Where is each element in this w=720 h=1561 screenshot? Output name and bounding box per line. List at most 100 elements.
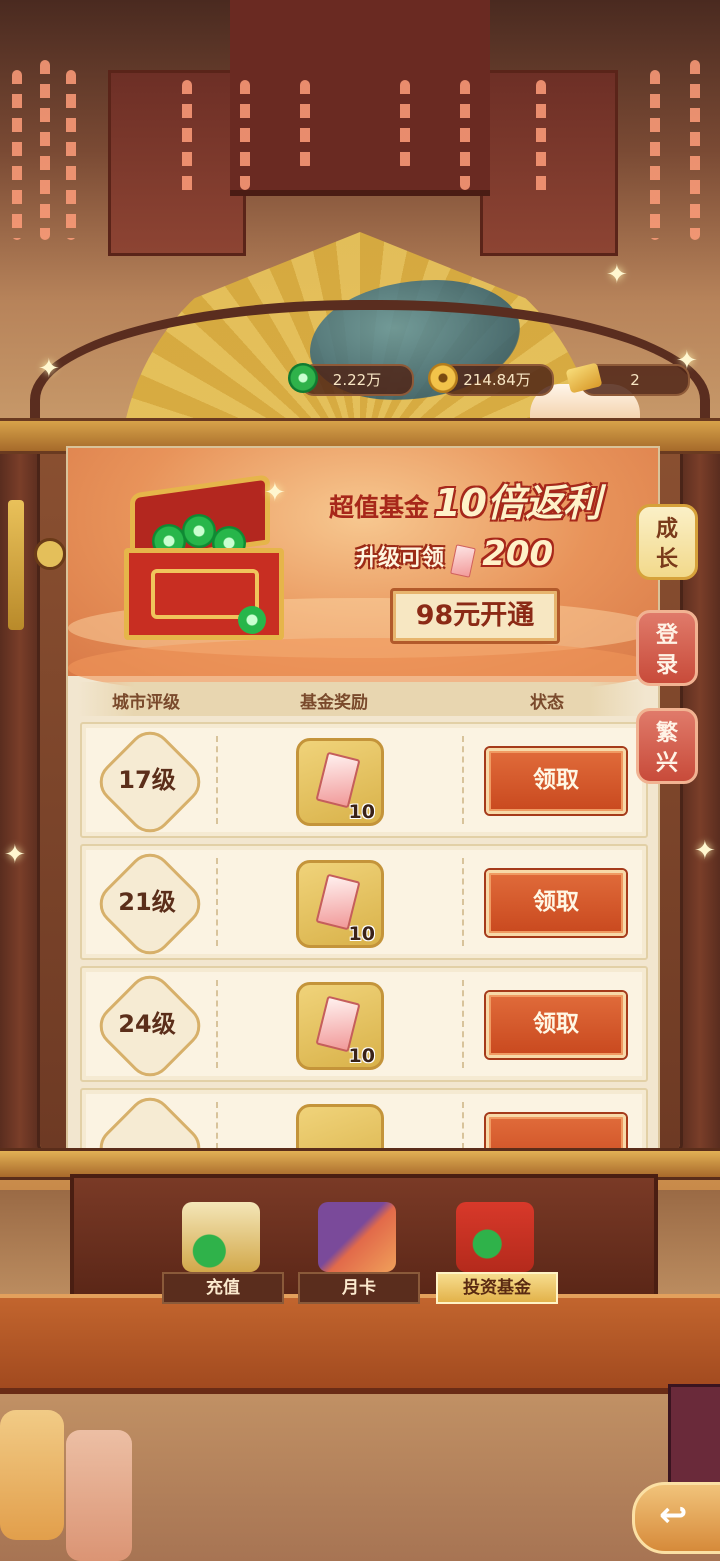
divider <box>216 1102 218 1148</box>
tab-login-label-1: 登 <box>655 623 678 648</box>
resource-jade[interactable]: 2.22万 <box>288 363 414 396</box>
banner-title-highlight: 10倍返利 <box>434 481 601 525</box>
table-row: 21级 10 领取 <box>80 844 648 964</box>
tab-login-label-2: 录 <box>655 653 678 678</box>
sparkle-icon: ✦ <box>264 478 286 508</box>
nav-monthly-card[interactable]: 月卡 <box>298 1196 420 1304</box>
table-row: 17级 10 领取 <box>80 722 648 842</box>
table-row: 24级 10 领取 <box>80 966 648 1086</box>
nav-recharge-label: 充值 <box>162 1272 284 1304</box>
resource-ticket-value: 2 <box>630 371 640 389</box>
divider <box>216 736 218 824</box>
bead-string <box>12 70 22 240</box>
level-label: 17级 <box>118 766 176 794</box>
bead-string <box>536 80 546 200</box>
coin-ornament-icon <box>34 538 66 570</box>
reward-count: 10 <box>348 1045 375 1067</box>
bead-string <box>40 60 50 240</box>
divider <box>462 736 464 824</box>
fund-banner: ✦ 超值基金 10倍返利 升级可领 200 98元开通 <box>68 448 658 698</box>
bead-string <box>400 80 410 170</box>
divider <box>216 980 218 1068</box>
bead-string <box>650 70 660 240</box>
back-arrow-icon: ↩ <box>659 1495 688 1535</box>
claim-button[interactable]: 领取 <box>486 870 626 936</box>
red-ticket-icon <box>315 751 361 809</box>
sparkle-icon: ✦ <box>4 840 26 870</box>
reward-count: 10 <box>348 801 375 823</box>
fund-chest-icon <box>456 1202 534 1272</box>
red-ticket-icon <box>315 995 361 1053</box>
reward-count: 10 <box>348 923 375 945</box>
lantern-icon <box>66 1430 132 1561</box>
bead-string <box>300 80 310 170</box>
jade-coin-icon <box>288 363 318 393</box>
resource-jade-value: 2.22万 <box>332 371 382 389</box>
resource-copper[interactable]: 214.84万 <box>428 363 554 396</box>
red-ticket-icon <box>450 543 477 578</box>
banner-subtitle: 升级可领 200 <box>356 534 636 578</box>
treasure-chest-icon <box>122 474 284 640</box>
lantern-icon <box>0 1410 64 1540</box>
jade-coin-icon <box>182 514 216 548</box>
claim-button[interactable] <box>486 1114 626 1148</box>
tab-prosperity-label-2: 兴 <box>655 751 678 776</box>
tab-growth-label-2: 长 <box>655 547 678 572</box>
divider <box>462 980 464 1068</box>
tab-login[interactable]: 登 录 <box>636 610 698 686</box>
table-row <box>80 1088 648 1148</box>
level-label: 24级 <box>118 1010 176 1038</box>
claim-button[interactable]: 领取 <box>486 992 626 1058</box>
divider <box>462 858 464 946</box>
sparkle-icon: ✦ <box>38 354 60 384</box>
nav-investment-fund-label: 投资基金 <box>436 1272 558 1304</box>
card-pack-icon <box>318 1202 396 1272</box>
reward-item[interactable] <box>296 1104 384 1148</box>
bottom-base <box>0 1294 720 1394</box>
buy-fund-button[interactable]: 98元开通 <box>390 588 560 644</box>
banner-sub-prefix: 升级可领 <box>356 546 445 571</box>
curtain-right <box>480 70 618 256</box>
reward-item[interactable]: 10 <box>296 982 384 1070</box>
back-button[interactable]: ↩ <box>632 1482 720 1554</box>
curtain-center <box>230 0 490 196</box>
red-ticket-icon <box>315 873 361 931</box>
level-label: 21级 <box>118 888 176 916</box>
nav-investment-fund[interactable]: 投资基金 <box>436 1196 558 1304</box>
header-fund-reward: 基金奖励 <box>300 693 368 713</box>
header-city-rating: 城市评级 <box>112 693 180 713</box>
bead-string <box>690 60 700 240</box>
tab-prosperity-label-1: 繁 <box>655 721 678 746</box>
sparkle-icon: ✦ <box>606 260 628 290</box>
drawer-cabinet-icon <box>668 1384 720 1486</box>
bead-string <box>240 80 250 190</box>
reward-item[interactable]: 10 <box>296 860 384 948</box>
tab-prosperity[interactable]: 繁 兴 <box>636 708 698 784</box>
tassel-icon <box>8 500 24 630</box>
curtain-left <box>108 70 246 256</box>
reward-item[interactable]: 10 <box>296 738 384 826</box>
level-badge <box>90 1088 210 1148</box>
banner-sub-amount: 200 <box>482 534 554 574</box>
jade-coin-icon <box>238 606 266 634</box>
divider <box>216 858 218 946</box>
header-status: 状态 <box>530 693 564 713</box>
tab-growth[interactable]: 成 长 <box>636 504 698 580</box>
banner-title-prefix: 超值基金 <box>329 493 430 522</box>
nav-recharge[interactable]: 充值 <box>162 1196 284 1304</box>
divider <box>462 1102 464 1148</box>
bead-string <box>182 80 192 200</box>
banner-title: 超值基金 10倍返利 <box>290 472 640 525</box>
resource-copper-value: 214.84万 <box>463 371 531 389</box>
bead-string <box>66 70 76 240</box>
resource-ticket[interactable]: 2 <box>565 362 690 396</box>
nav-monthly-card-label: 月卡 <box>298 1272 420 1304</box>
tab-growth-label-1: 成 <box>655 517 678 542</box>
sparkle-icon: ✦ <box>694 836 716 866</box>
table-header: 城市评级 基金奖励 状态 <box>78 682 646 716</box>
fund-panel: ✦ 超值基金 10倍返利 升级可领 200 98元开通 城市评级 基金奖励 状态… <box>66 446 660 1150</box>
jade-bag-icon <box>182 1202 260 1272</box>
copper-coin-icon <box>428 363 458 393</box>
claim-button[interactable]: 领取 <box>486 748 626 814</box>
bead-string <box>460 80 470 190</box>
